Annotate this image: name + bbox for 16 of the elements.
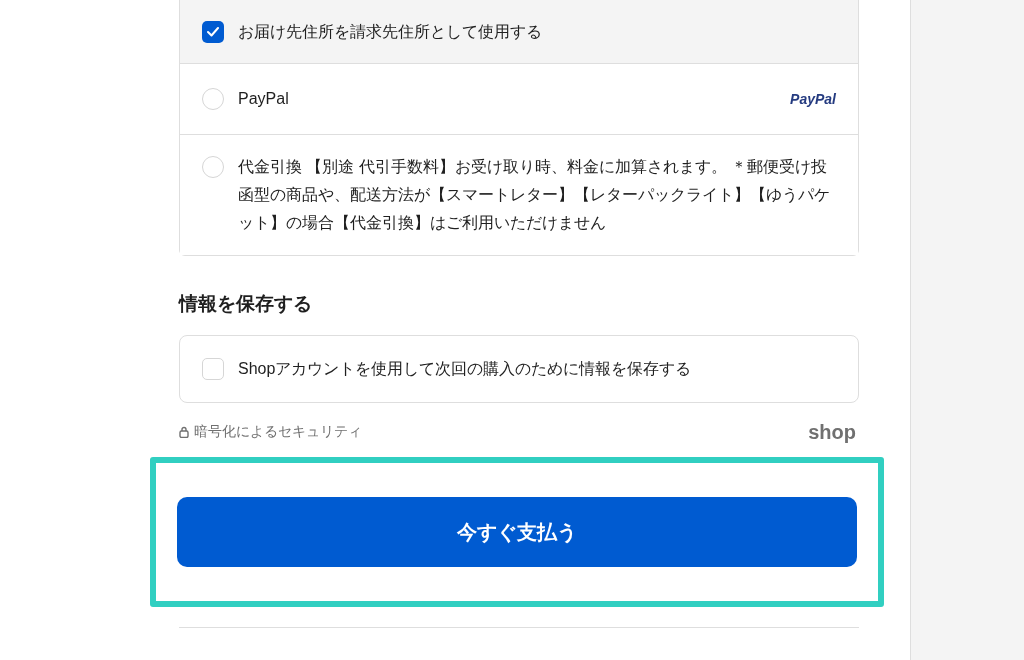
radio-button[interactable] bbox=[202, 156, 224, 178]
lock-icon bbox=[179, 425, 189, 438]
pay-now-button[interactable]: 今すぐ支払う bbox=[177, 496, 857, 567]
checkbox[interactable] bbox=[202, 20, 224, 43]
option-label: Shopアカウントを使用して次回の購入のために情報を保存する bbox=[238, 358, 692, 379]
shop-logo: shop bbox=[808, 419, 856, 445]
option-label: お届け先住所を請求先住所として使用する bbox=[238, 21, 542, 42]
paypal-logo: PayPal bbox=[790, 89, 836, 109]
checkmark-icon bbox=[207, 26, 219, 37]
security-note: 暗号化によるセキュリティ bbox=[194, 422, 362, 441]
radio-button[interactable] bbox=[202, 88, 224, 110]
option-label: 代金引換 【別途 代引手数料】お受け取り時、料金に加算されます。 ＊郵便受け投函型の商品や、配送方法が【スマートレター】【レターパックライト】【ゆうパケット】の場合【代金引換】はご利用いただけません bbox=[238, 157, 831, 233]
section-heading: 情報を保存する bbox=[179, 292, 313, 316]
payment-option[interactable]: 代金引換 【別途 代引手数料】お受け取り時、料金に加算されます。 ＊郵便受け投函型の商品や、配送方法が【スマートレター】【レターパックライト】【ゆうパケット】の場合【代金引換】はご利用いただけません bbox=[180, 134, 858, 255]
checkbox[interactable] bbox=[202, 357, 224, 380]
option-label: PayPal bbox=[238, 89, 290, 109]
